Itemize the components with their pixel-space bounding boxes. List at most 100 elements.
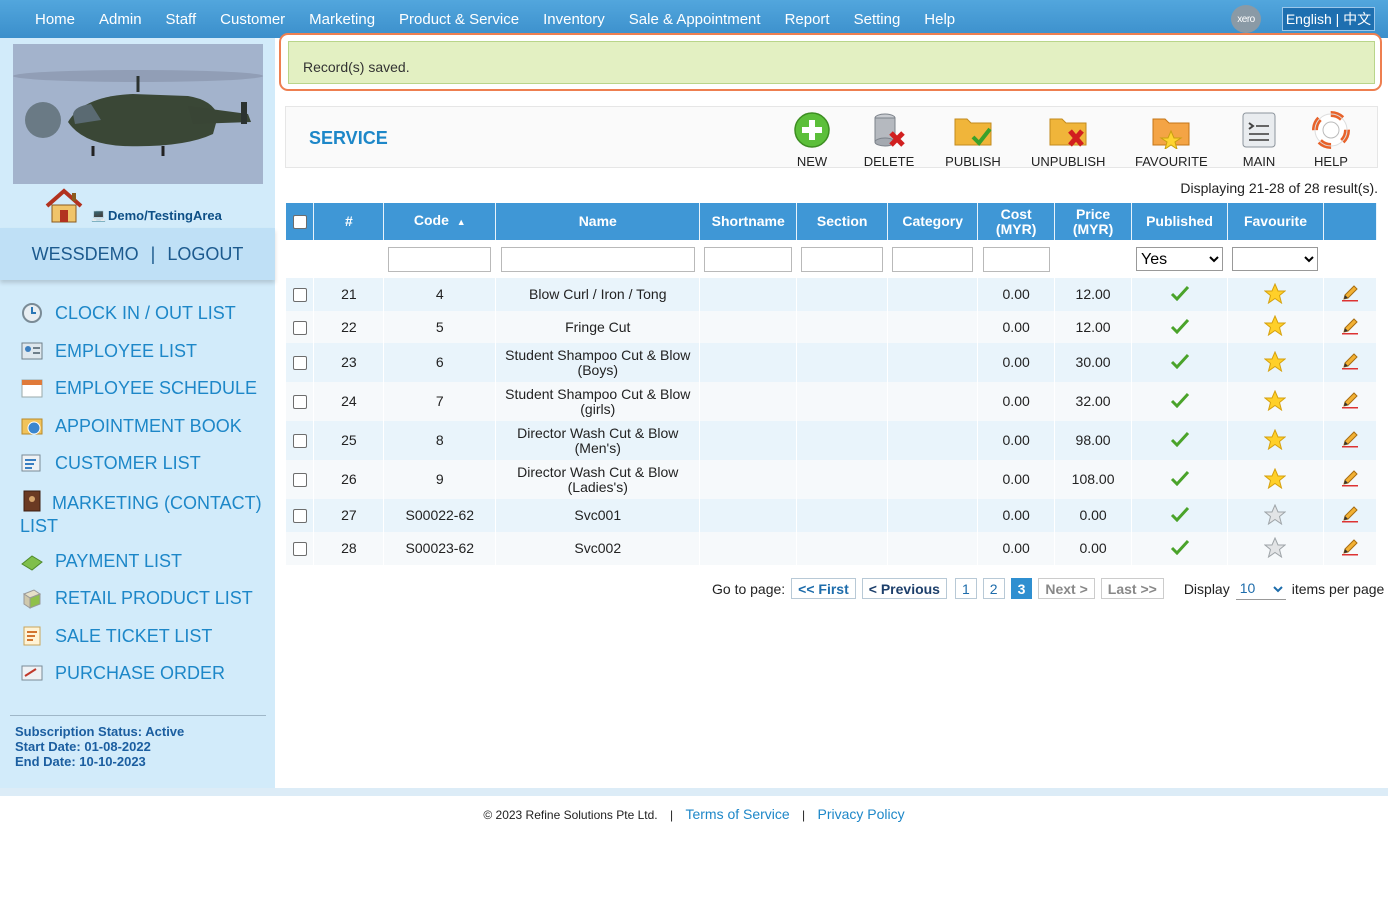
sidebar-item-appointment-book[interactable]: APPOINTMENT BOOK (0, 409, 275, 447)
star-icon[interactable] (1264, 350, 1287, 372)
nav-admin[interactable]: Admin (87, 11, 154, 28)
pencil-icon[interactable] (1341, 391, 1359, 409)
area-label[interactable]: Demo/TestingArea (108, 208, 222, 223)
row-checkbox[interactable] (292, 356, 307, 371)
per-page-select[interactable]: 10 (1235, 577, 1286, 600)
checkmark-icon[interactable] (1170, 470, 1190, 487)
nav-customer[interactable]: Customer (208, 11, 297, 28)
row-checkbox[interactable] (292, 509, 307, 524)
terms-link[interactable]: Terms of Service (685, 806, 789, 822)
pencil-icon[interactable] (1341, 317, 1359, 335)
row-checkbox[interactable] (292, 542, 307, 557)
delete-button[interactable]: DELETE (863, 111, 915, 169)
table-row[interactable]: 21 4 Blow Curl / Iron / Tong 0.00 12.00 (286, 278, 1378, 311)
col-favourite[interactable]: Favourite (1227, 203, 1324, 240)
row-checkbox[interactable] (292, 434, 307, 449)
username[interactable]: WESSDEMO (32, 244, 139, 265)
nav-home[interactable]: Home (23, 11, 87, 28)
table-row[interactable]: 27 S00022-62 Svc001 0.00 0.00 (286, 499, 1378, 532)
star-icon[interactable] (1264, 314, 1287, 337)
checkmark-icon[interactable] (1170, 392, 1190, 409)
publish-button[interactable]: PUBLISH (944, 111, 1002, 169)
xero-logo[interactable]: xero (1231, 5, 1261, 33)
col-section[interactable]: Section (796, 203, 889, 240)
previous-page-button[interactable]: < Previous (861, 578, 947, 599)
filter-cost-input[interactable] (982, 246, 1050, 272)
nav-setting[interactable]: Setting (842, 11, 913, 28)
sidebar-item-customer-list[interactable]: CUSTOMER LIST (0, 446, 275, 484)
nav-product-service[interactable]: Product & Service (387, 11, 531, 28)
pencil-icon[interactable] (1341, 538, 1359, 556)
table-row[interactable]: 23 6 Student Shampoo Cut & Blow (Boys) 0.00 3… (286, 343, 1378, 382)
filter-name-input[interactable] (500, 246, 695, 272)
nav-staff[interactable]: Staff (154, 11, 209, 28)
sidebar-item-sale-ticket[interactable]: SALE TICKET LIST (0, 619, 275, 657)
row-checkbox[interactable] (292, 320, 307, 335)
checkmark-icon[interactable] (1170, 431, 1190, 448)
logout-link[interactable]: LOGOUT (167, 244, 243, 265)
col-shortname[interactable]: Shortname (699, 203, 798, 240)
pencil-icon[interactable] (1341, 284, 1359, 302)
filter-shortname-input[interactable] (704, 246, 793, 272)
pencil-icon[interactable] (1341, 352, 1359, 370)
star-icon[interactable] (1264, 282, 1287, 304)
row-checkbox[interactable] (292, 395, 307, 410)
filter-category-input[interactable] (892, 246, 974, 272)
pencil-icon[interactable] (1341, 430, 1359, 448)
page-1-button[interactable]: 1 (954, 578, 977, 599)
col-code[interactable]: Code ▲ (383, 203, 497, 240)
nav-report[interactable]: Report (773, 11, 842, 28)
checkmark-icon[interactable] (1170, 318, 1190, 334)
new-button[interactable]: NEW (792, 111, 832, 169)
sidebar-item-retail-product[interactable]: RETAIL PRODUCT LIST (0, 581, 275, 619)
table-row[interactable]: 25 8 Director Wash Cut & Blow (Men's) 0.00 98… (286, 421, 1378, 460)
col-published[interactable]: Published (1131, 203, 1228, 240)
row-checkbox[interactable] (292, 473, 307, 488)
star-icon[interactable] (1264, 428, 1287, 450)
checkmark-icon[interactable] (1170, 353, 1190, 370)
help-button[interactable]: HELP (1311, 111, 1351, 169)
sidebar-item-employee-list[interactable]: EMPLOYEE LIST (0, 334, 275, 372)
nav-sale-appointment[interactable]: Sale & Appointment (617, 11, 773, 28)
nav-marketing[interactable]: Marketing (297, 11, 387, 28)
table-row[interactable]: 28 S00023-62 Svc002 0.00 0.00 (286, 532, 1378, 565)
table-row[interactable]: 22 5 Fringe Cut 0.00 12.00 (286, 311, 1378, 343)
col-price[interactable]: Price (MYR) (1054, 203, 1133, 240)
filter-section-input[interactable] (801, 246, 884, 272)
sidebar-item-payment-list[interactable]: PAYMENT LIST (0, 544, 275, 582)
pencil-icon[interactable] (1341, 505, 1359, 523)
sidebar-item-employee-schedule[interactable]: EMPLOYEE SCHEDULE (0, 371, 275, 409)
main-button[interactable]: MAIN (1239, 111, 1279, 169)
sidebar-item-purchase-order[interactable]: PURCHASE ORDER (0, 656, 275, 694)
checkmark-icon[interactable] (1170, 506, 1190, 523)
col-cost[interactable]: Cost (MYR) (977, 203, 1056, 240)
last-page-button[interactable]: Last >> (1100, 578, 1164, 599)
home-icon[interactable] (44, 188, 84, 224)
nav-inventory[interactable]: Inventory (531, 11, 617, 28)
pencil-icon[interactable] (1341, 469, 1359, 487)
next-page-button[interactable]: Next > (1038, 578, 1095, 599)
star-outline-icon[interactable] (1264, 503, 1287, 525)
privacy-link[interactable]: Privacy Policy (818, 806, 905, 822)
page-2-button[interactable]: 2 (982, 578, 1005, 599)
sidebar-item-clock[interactable]: CLOCK IN / OUT LIST (0, 296, 275, 334)
row-checkbox[interactable] (292, 288, 307, 303)
language-switch[interactable]: English | 中文 (1282, 7, 1375, 31)
col-category[interactable]: Category (887, 203, 979, 240)
select-all-checkbox[interactable] (292, 215, 307, 230)
checkmark-icon[interactable] (1170, 539, 1190, 556)
table-row[interactable]: 26 9 Director Wash Cut & Blow (Ladies's) 0.0… (286, 460, 1378, 499)
first-page-button[interactable]: << First (791, 578, 856, 599)
checkmark-icon[interactable] (1170, 285, 1190, 302)
nav-help[interactable]: Help (912, 11, 967, 28)
col-name[interactable]: Name (495, 203, 701, 240)
star-icon[interactable] (1264, 389, 1287, 411)
table-row[interactable]: 24 7 Student Shampoo Cut & Blow (girls) 0.00… (286, 382, 1378, 421)
filter-published-select[interactable]: Yes (1136, 247, 1224, 271)
filter-code-input[interactable] (388, 246, 492, 272)
star-icon[interactable] (1264, 467, 1287, 489)
unpublish-button[interactable]: UNPUBLISH (1031, 111, 1105, 169)
favourite-button[interactable]: FAVOURITE (1135, 111, 1208, 169)
star-outline-icon[interactable] (1264, 536, 1287, 558)
filter-favourite-select[interactable] (1232, 247, 1319, 271)
